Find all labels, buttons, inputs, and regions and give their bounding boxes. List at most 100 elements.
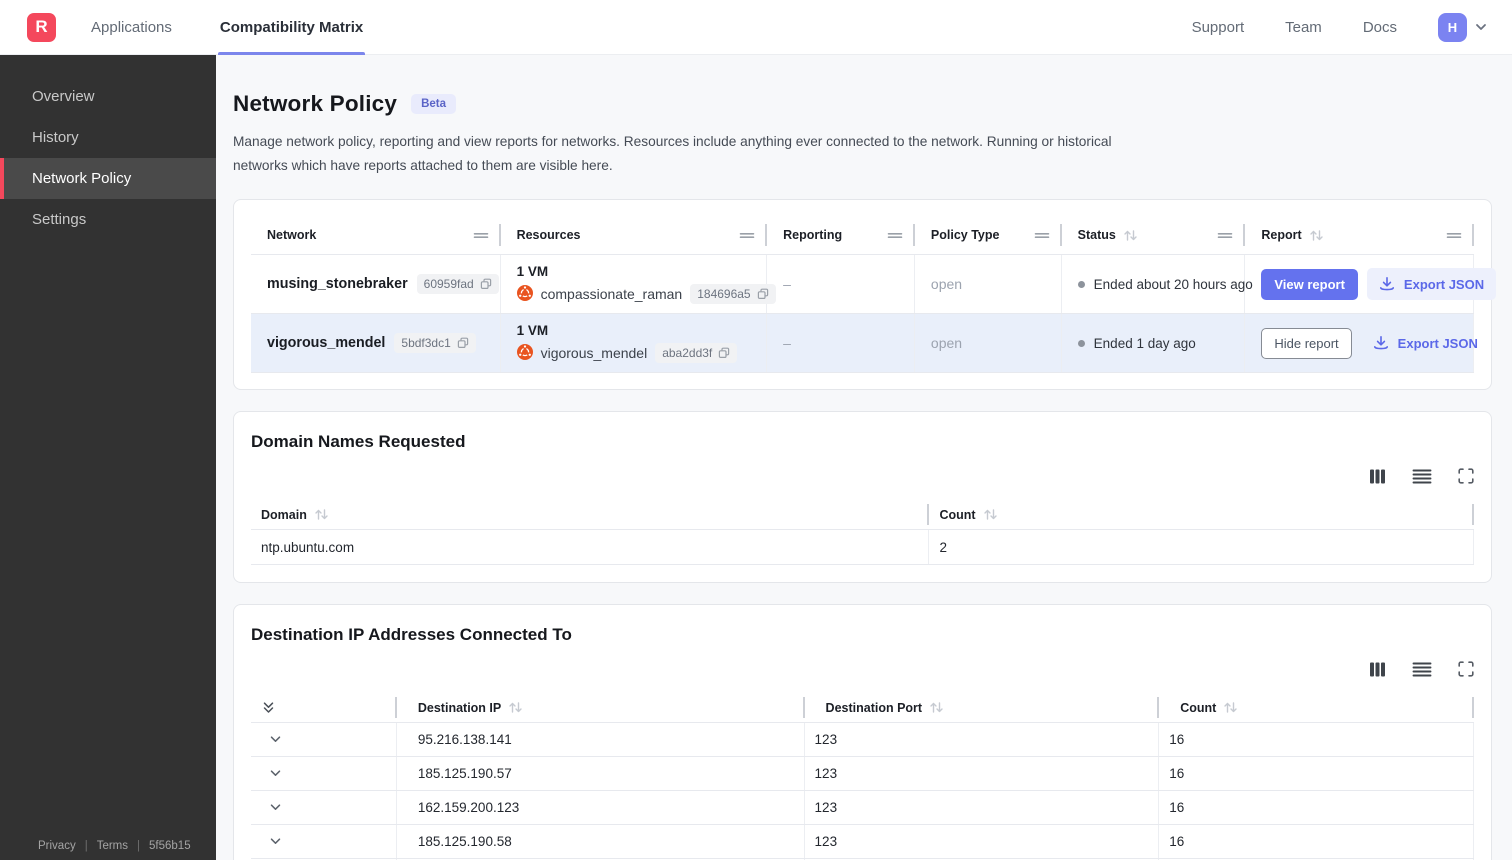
page-title: Network Policy: [233, 91, 398, 116]
sort-icon[interactable]: [314, 508, 329, 521]
column-resize-handle-icon[interactable]: [1034, 231, 1050, 240]
privacy-link[interactable]: Privacy: [38, 840, 76, 852]
sidebar-item[interactable]: Network Policy: [0, 158, 216, 199]
terms-link[interactable]: Terms: [97, 840, 128, 852]
sidebar-item-label: Network Policy: [32, 170, 132, 187]
table-toolbar: [251, 659, 1474, 679]
nav-tab[interactable]: Compatibility Matrix: [217, 0, 366, 55]
ips-table-body: 95.216.138.141 123 16 185.125.190.57 123…: [251, 722, 1474, 860]
domain-value: ntp.ubuntu.com: [251, 530, 930, 564]
column-header-label: Network: [267, 228, 317, 242]
columns-icon[interactable]: [1369, 662, 1386, 677]
app-logo[interactable]: R: [27, 12, 56, 42]
column-header-label: Count: [939, 507, 976, 522]
column-header[interactable]: Domain: [251, 500, 930, 529]
column-header-label: Count: [1180, 700, 1217, 715]
sidebar: Overview History Network Policy Settings…: [0, 55, 216, 860]
chevron-down-icon[interactable]: [1474, 20, 1488, 34]
resource-id-badge: 184696a5: [690, 284, 776, 304]
table-toolbar: [251, 466, 1474, 486]
domains-table-body: ntp.ubuntu.com 2: [251, 529, 1474, 565]
expand-row-icon[interactable]: [269, 733, 282, 746]
nav-tab[interactable]: Applications: [89, 0, 174, 55]
column-header[interactable]: Network: [251, 216, 501, 254]
nav-link[interactable]: Docs: [1363, 19, 1397, 36]
column-header[interactable]: Destination Port: [805, 693, 1160, 722]
nav-tab-label: Compatibility Matrix: [219, 18, 364, 36]
destination-port-value: 123: [805, 723, 1160, 756]
column-header-label: Resources: [516, 228, 581, 242]
sort-icon[interactable]: [1123, 229, 1138, 242]
expand-all-icon[interactable]: [261, 700, 276, 715]
column-resize-handle-icon[interactable]: [1217, 231, 1233, 240]
columns-icon[interactable]: [1369, 469, 1386, 484]
policy-type-value: open: [915, 255, 1062, 313]
column-resize-handle-icon[interactable]: [887, 231, 903, 240]
avatar[interactable]: H: [1438, 12, 1467, 42]
network-id-badge: 5bdf3dc1: [394, 333, 476, 353]
column-header[interactable]: Destination IP: [397, 693, 805, 722]
fullscreen-icon[interactable]: [1458, 661, 1474, 677]
copy-icon[interactable]: [480, 278, 492, 290]
column-header[interactable]: Reporting: [767, 216, 915, 254]
count-value: 16: [1159, 723, 1474, 756]
column-header-label: Reporting: [783, 228, 843, 242]
report-button[interactable]: View report: [1261, 268, 1358, 300]
count-value: 16: [1159, 791, 1474, 824]
column-resize-handle-icon[interactable]: [739, 231, 755, 240]
network-name: vigorous_mendel: [267, 335, 386, 351]
copy-icon[interactable]: [718, 347, 730, 359]
destination-ip-value: 162.159.200.123: [397, 791, 805, 824]
count-value: 16: [1159, 757, 1474, 790]
column-header[interactable]: Policy Type: [915, 216, 1062, 254]
status-text: Ended 1 day ago: [1093, 335, 1196, 351]
domains-table-header: Domain Count: [251, 500, 1474, 529]
export-json-button[interactable]: Export JSON: [1366, 268, 1497, 300]
network-row[interactable]: vigorous_mendel 5bdf3dc1 1 VM vigorous_m…: [251, 313, 1478, 373]
sidebar-item[interactable]: History: [0, 117, 216, 158]
column-header-label: Policy Type: [930, 228, 1000, 242]
fullscreen-icon[interactable]: [1458, 468, 1474, 484]
sort-icon[interactable]: [983, 508, 998, 521]
expand-row-icon[interactable]: [269, 767, 282, 780]
report-button[interactable]: Hide report: [1261, 327, 1352, 359]
column-header-label: Report: [1261, 228, 1302, 242]
ip-row: 95.216.138.141 123 16: [251, 722, 1474, 756]
networks-table-body: musing_stonebraker 60959fad 1 VM compass…: [251, 254, 1497, 373]
sort-icon[interactable]: [508, 701, 523, 714]
status-dot: [1077, 280, 1085, 288]
column-header[interactable]: Count: [929, 500, 1474, 529]
column-header[interactable]: Status: [1062, 216, 1246, 254]
sort-icon[interactable]: [1223, 701, 1238, 714]
rows-icon[interactable]: [1412, 662, 1432, 677]
rows-icon[interactable]: [1412, 469, 1432, 484]
ips-table-header: Destination IP Destination Port Count: [251, 693, 1474, 722]
ubuntu-icon: [516, 284, 533, 304]
expand-row-icon[interactable]: [269, 835, 282, 848]
copy-icon[interactable]: [457, 337, 469, 349]
column-header[interactable]: Report: [1245, 216, 1474, 254]
networks-table-header: Network Resources Reporting Policy Type …: [251, 216, 1474, 254]
network-id-badge: 60959fad: [416, 274, 499, 294]
column-resize-handle-icon[interactable]: [1446, 231, 1462, 240]
column-resize-handle-icon[interactable]: [473, 231, 489, 240]
vm-count: 1 VM: [516, 323, 549, 338]
destination-port-value: 123: [805, 757, 1160, 790]
page-description: Manage network policy, reporting and vie…: [233, 134, 1112, 173]
nav-link[interactable]: Support: [1192, 19, 1245, 36]
column-header-label: Destination IP: [417, 700, 502, 715]
expand-row-icon[interactable]: [269, 801, 282, 814]
column-header[interactable]: Count: [1159, 693, 1474, 722]
export-json-button[interactable]: Export JSON: [1361, 327, 1490, 359]
resource-name: vigorous_mendel: [540, 345, 648, 361]
sort-icon[interactable]: [1309, 229, 1324, 242]
column-header[interactable]: Resources: [501, 216, 768, 254]
sort-icon[interactable]: [929, 701, 944, 714]
sidebar-item[interactable]: Settings: [0, 199, 216, 240]
nav-link[interactable]: Team: [1285, 19, 1322, 36]
ip-row: 185.125.190.58 123 16: [251, 824, 1474, 858]
sidebar-item[interactable]: Overview: [0, 76, 216, 117]
network-row[interactable]: musing_stonebraker 60959fad 1 VM compass…: [251, 254, 1497, 313]
expand-all-header[interactable]: [251, 693, 397, 722]
resource-id-badge: aba2dd3f: [655, 343, 738, 363]
